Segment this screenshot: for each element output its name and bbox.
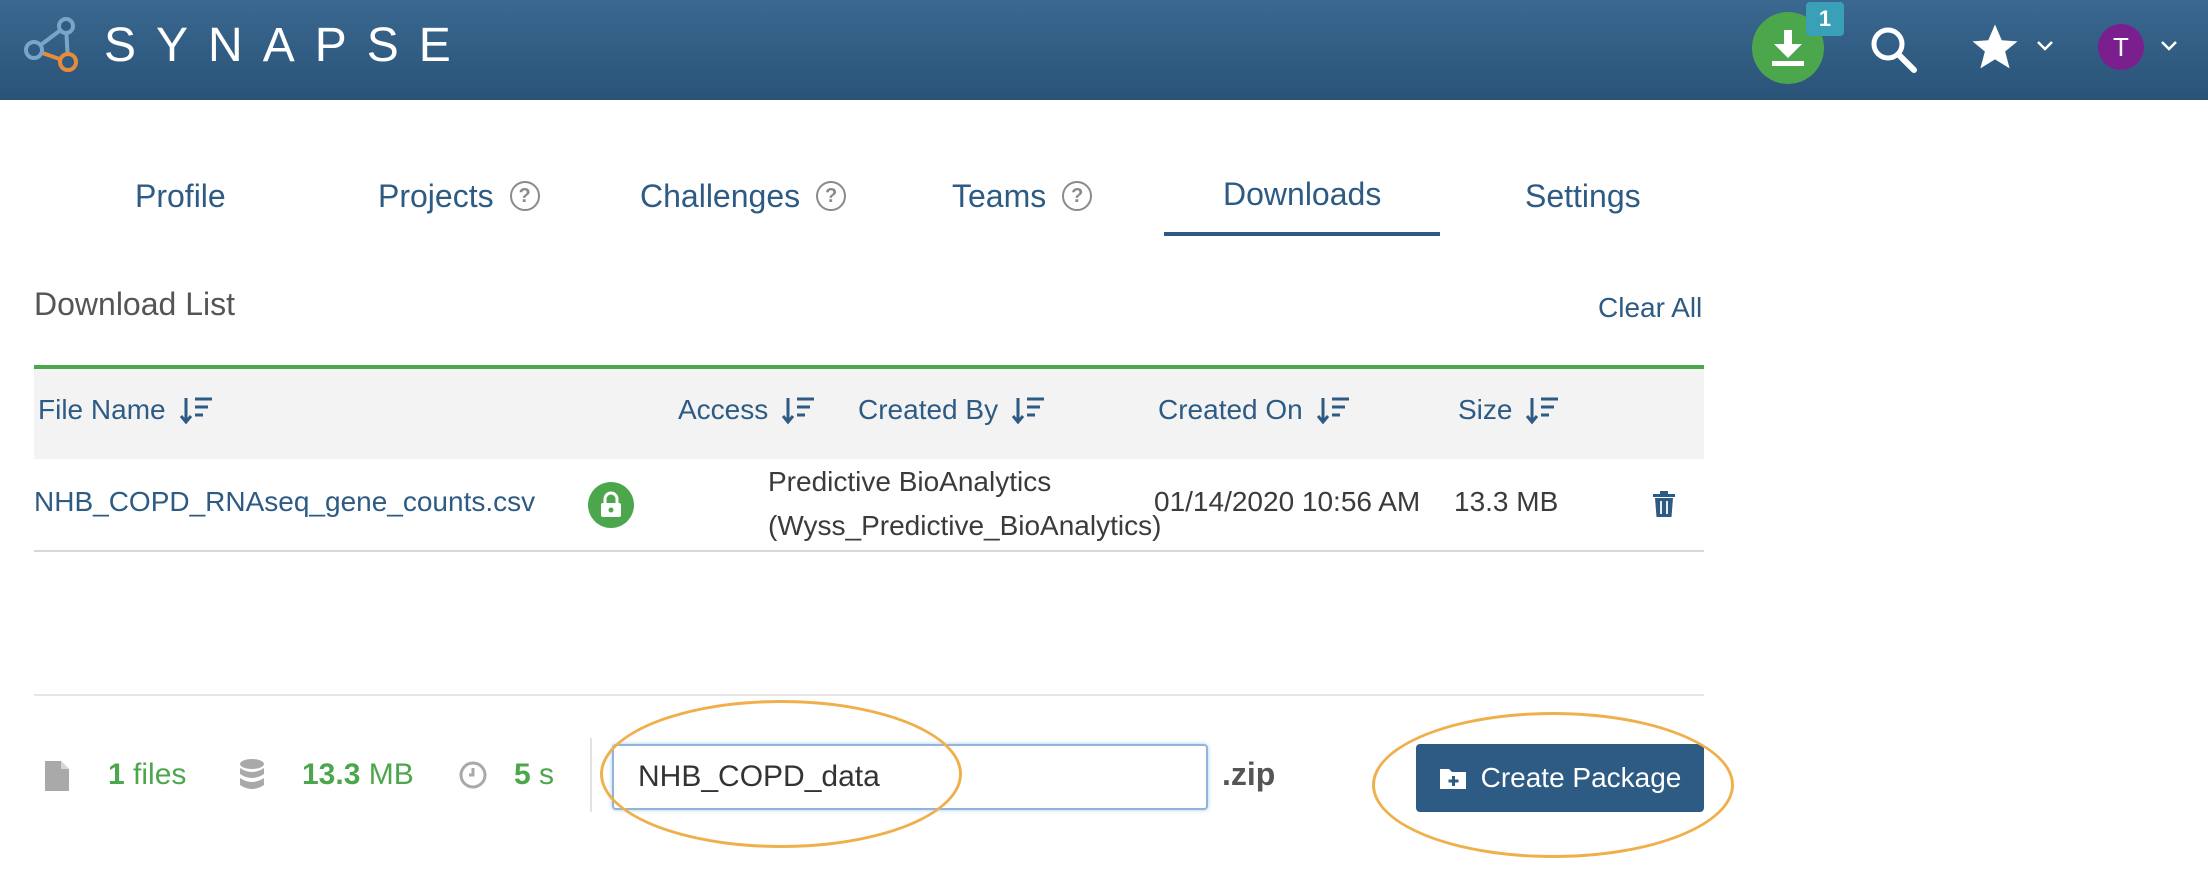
sort-icon[interactable] [1526, 395, 1560, 425]
total-size-value: 13.3 [302, 758, 361, 791]
clear-all-link[interactable]: Clear All [1598, 292, 1702, 324]
column-header-file-name[interactable]: File Name [38, 394, 214, 426]
created-by-username: (Wyss_Predictive_BioAnalytics) [768, 510, 1162, 541]
row-divider [34, 550, 1704, 552]
help-icon[interactable]: ? [816, 181, 847, 211]
tab-label: Downloads [1223, 175, 1382, 212]
file-size: 13.3 MB [1454, 486, 1559, 517]
tab-label: Projects [378, 177, 494, 214]
synapse-logo-text[interactable]: SYNAPSE [104, 16, 471, 76]
avatar[interactable]: T [2098, 24, 2144, 70]
total-size-stat: 13.3 MB [302, 758, 414, 792]
top-navbar: SYNAPSE 1 T [0, 0, 2208, 100]
active-tab-indicator [1164, 232, 1440, 236]
tab-settings[interactable]: Settings [1525, 170, 1641, 222]
column-header-created-by[interactable]: Created By [858, 394, 1046, 426]
sort-icon[interactable] [179, 395, 214, 425]
chevron-down-icon[interactable] [2160, 40, 2178, 52]
zip-extension-label: .zip [1222, 756, 1276, 792]
help-icon[interactable]: ? [1062, 181, 1093, 211]
created-on-date: 01/14/2020 10:56 AM [1154, 486, 1421, 517]
files-count: 1 [108, 758, 125, 791]
sort-icon[interactable] [782, 395, 816, 425]
column-label: Access [678, 394, 769, 425]
access-status[interactable] [588, 482, 634, 528]
file-icon [45, 761, 69, 791]
column-label: Size [1458, 394, 1513, 425]
download-icon [1772, 30, 1804, 66]
column-header-access[interactable]: Access [678, 394, 816, 426]
divider [34, 694, 1704, 696]
folder-plus-icon [1439, 769, 1466, 789]
tab-teams[interactable]: Teams ? [952, 170, 1093, 222]
tab-profile[interactable]: Profile [135, 170, 226, 222]
tab-label: Challenges [640, 177, 801, 214]
tab-label: Teams [952, 177, 1047, 214]
column-label: File Name [38, 394, 166, 425]
chevron-down-icon[interactable] [2036, 40, 2054, 52]
time-unit: s [539, 758, 555, 791]
package-name-input[interactable] [612, 744, 1208, 810]
star-icon[interactable] [1968, 20, 2022, 74]
time-value: 5 [514, 758, 531, 791]
create-package-label: Create Package [1480, 762, 1682, 793]
divider [590, 738, 592, 812]
tab-label: Settings [1525, 177, 1641, 214]
files-label: files [133, 758, 187, 791]
column-header-size[interactable]: Size [1458, 394, 1560, 426]
estimated-time-stat: 5 s [514, 758, 554, 792]
sort-icon[interactable] [1012, 395, 1046, 425]
tab-label: Profile [135, 177, 226, 214]
tab-projects[interactable]: Projects ? [378, 170, 540, 222]
file-name-link[interactable]: NHB_COPD_RNAseq_gene_counts.csv [34, 486, 535, 518]
column-label: Created By [858, 394, 999, 425]
column-header-created-on[interactable]: Created On [1158, 394, 1351, 426]
lock-icon [601, 491, 621, 517]
total-size-unit: MB [368, 758, 414, 791]
help-icon[interactable]: ? [509, 181, 540, 211]
column-label: Created On [1158, 394, 1303, 425]
synapse-logo-icon[interactable] [22, 14, 84, 76]
search-icon[interactable] [1868, 24, 1920, 76]
download-list-title: Download List [34, 286, 235, 322]
create-package-button[interactable]: Create Package [1416, 744, 1704, 812]
trash-icon[interactable] [1652, 490, 1676, 518]
clock-icon [459, 761, 487, 789]
tab-challenges[interactable]: Challenges ? [640, 170, 847, 222]
download-count-badge: 1 [1806, 2, 1844, 36]
files-count-stat: 1 files [108, 758, 186, 792]
sort-icon[interactable] [1316, 395, 1351, 425]
database-icon [240, 759, 264, 789]
tab-downloads[interactable]: Downloads [1223, 168, 1381, 220]
created-by-name: Predictive BioAnalytics [768, 466, 1052, 497]
